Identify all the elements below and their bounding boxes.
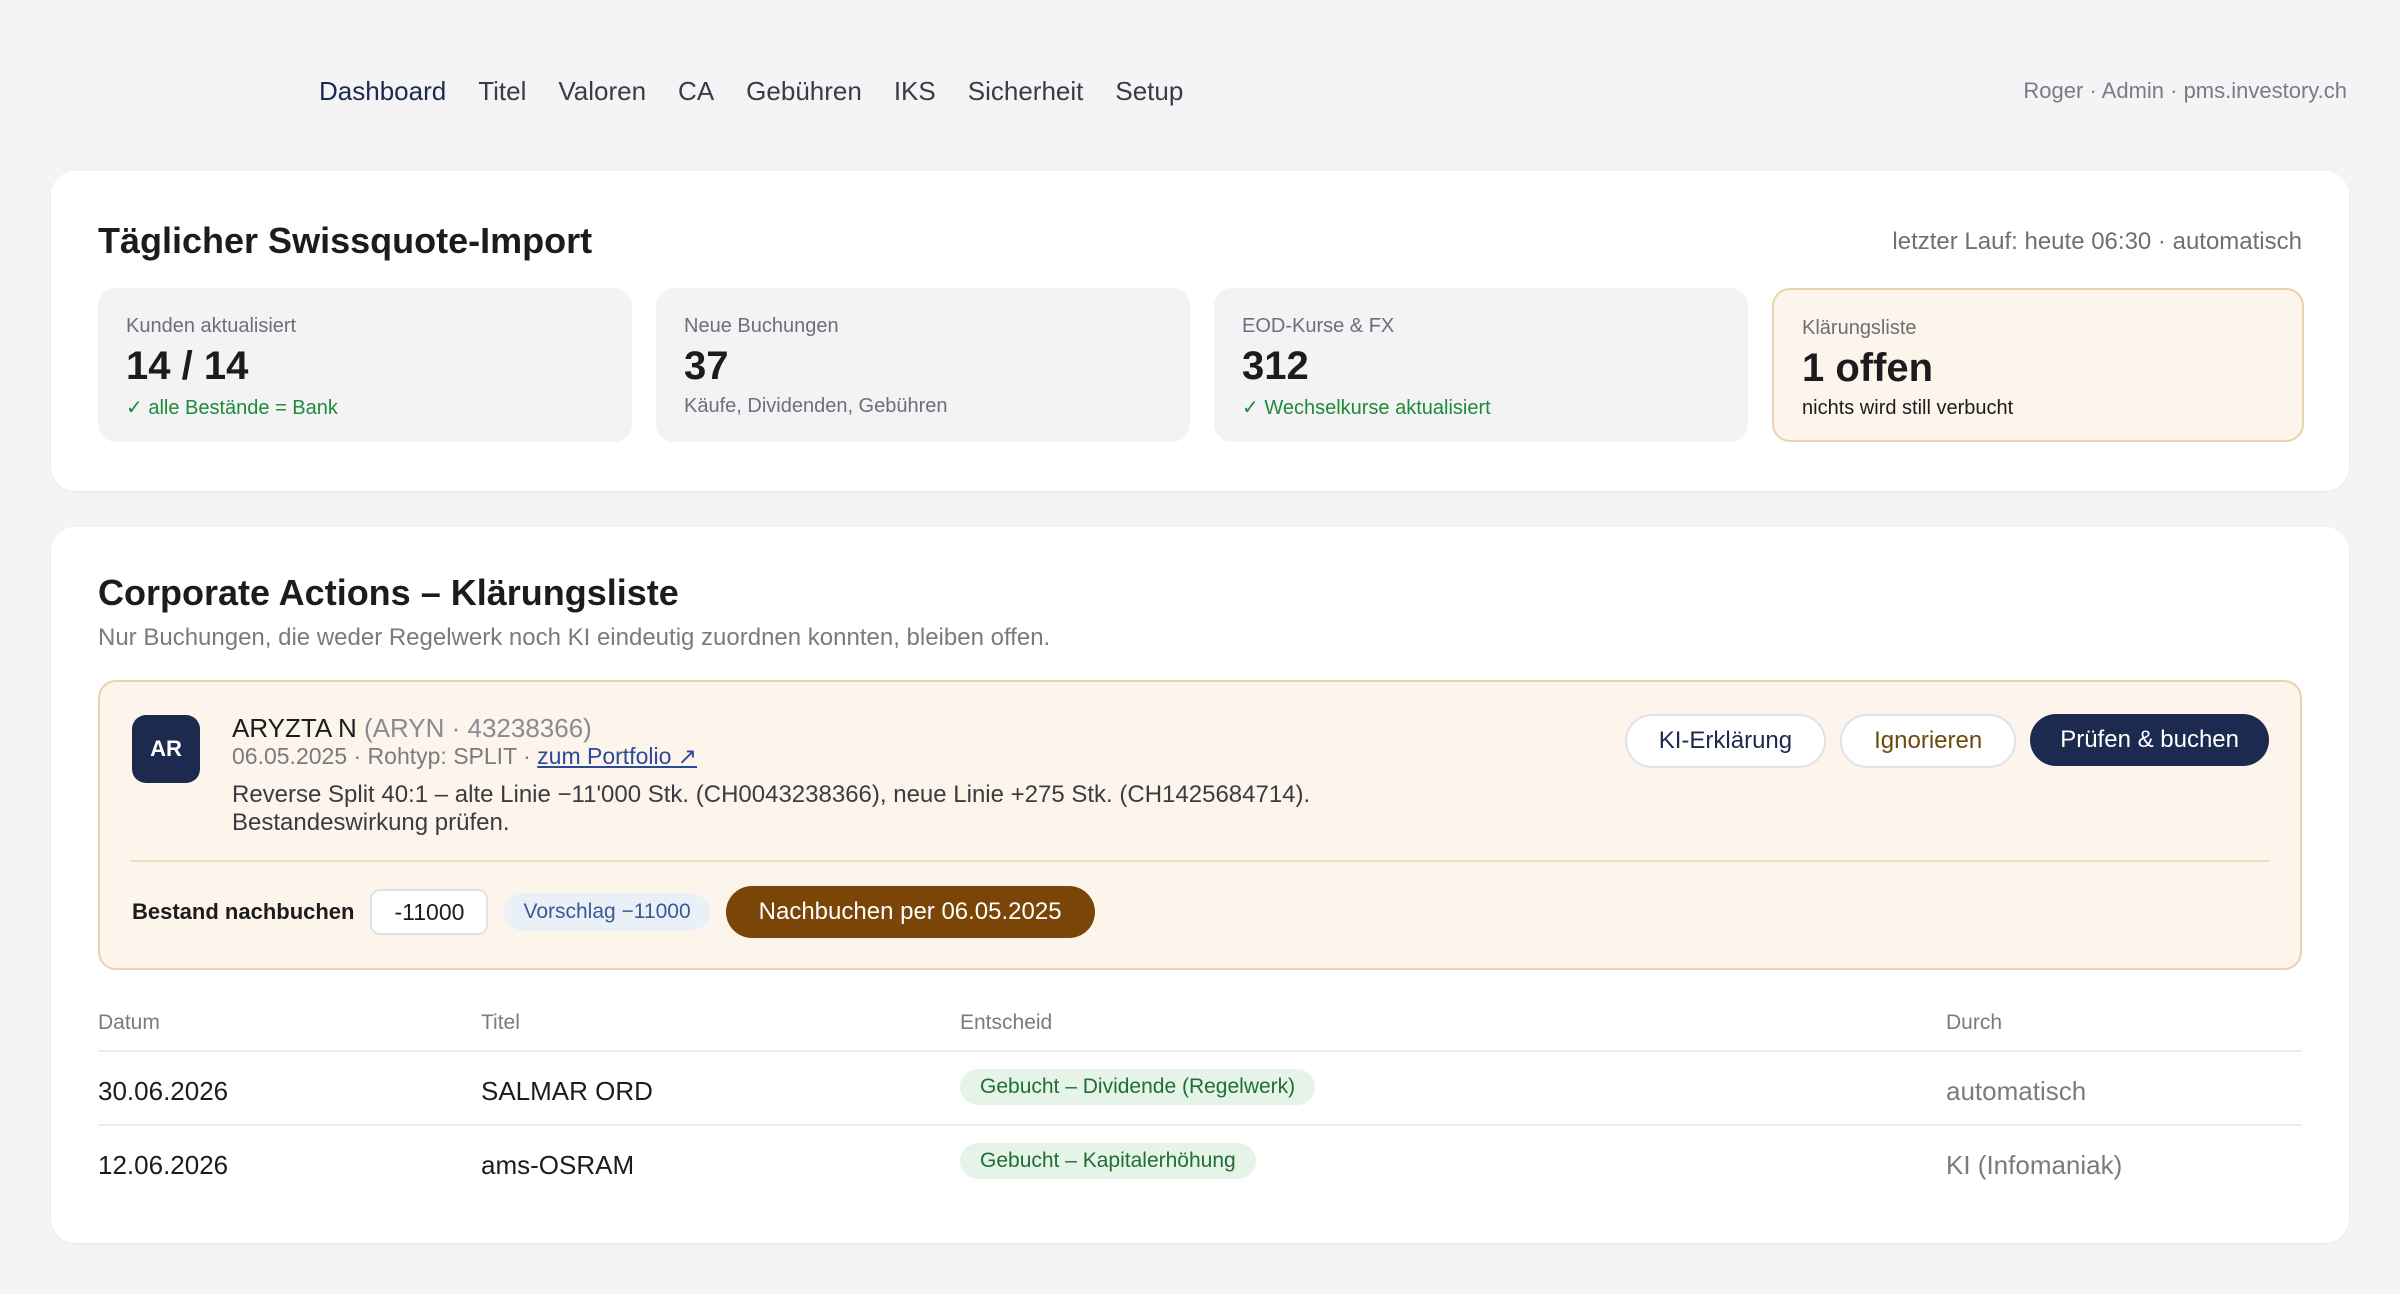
- nav-menu: Dashboard Titel Valoren CA Gebühren IKS …: [319, 76, 1183, 107]
- cell-title: ams-OSRAM: [481, 1150, 635, 1180]
- ignore-button[interactable]: Ignorieren: [1840, 714, 2017, 768]
- portfolio-link[interactable]: zum Portfolio ↗: [537, 743, 697, 769]
- cell-date: 12.06.2026: [98, 1150, 229, 1180]
- security-ids: (ARYN · 43238366): [363, 713, 592, 743]
- rebook-button[interactable]: Nachbuchen per 06.05.2025: [725, 886, 1095, 938]
- cell-date: 30.06.2026: [98, 1076, 229, 1106]
- pending-description-line: Bestandeswirkung prüfen.: [232, 809, 510, 836]
- pending-meta-text: 06.05.2025 · Rohtyp: SPLIT ·: [232, 743, 538, 769]
- pending-meta: 06.05.2025 · Rohtyp: SPLIT · zum Portfol…: [232, 743, 697, 770]
- header-titel: Titel: [481, 1011, 520, 1034]
- decision-badge: Gebucht – Kapitalerhöhung: [960, 1143, 1256, 1179]
- cell-by: automatisch: [1946, 1076, 2087, 1106]
- table-row[interactable]: 12.06.2026 ams-OSRAM Gebucht – Kapitaler…: [98, 1126, 2302, 1200]
- nav-item-titel[interactable]: Titel: [478, 76, 526, 107]
- header-entscheid: Entscheid: [960, 1011, 1053, 1034]
- stat-klaerungsliste[interactable]: Klärungsliste 1 offen nichts wird still …: [1772, 288, 2304, 442]
- stat-sub: nichts wird still verbucht: [1802, 397, 2014, 419]
- stat-label: Neue Buchungen: [684, 315, 839, 337]
- stat-label: Kunden aktualisiert: [126, 315, 297, 337]
- stat-sub: Käufe, Dividenden, Gebühren: [684, 395, 948, 417]
- header-durch: Durch: [1946, 1011, 2003, 1034]
- nav-item-gebuehren[interactable]: Gebühren: [746, 76, 862, 107]
- security-name: ARYZTA N (ARYN · 43238366): [232, 713, 592, 744]
- pruefen-buchen-button[interactable]: Prüfen & buchen: [2030, 714, 2269, 766]
- decision-badge: Gebucht – Dividende (Regelwerk): [960, 1069, 1316, 1105]
- rebook-quantity-input[interactable]: [370, 889, 489, 935]
- nav-item-iks[interactable]: IKS: [894, 76, 936, 107]
- pending-description: Reverse Split 40:1 – alte Linie −11'000 …: [232, 781, 1432, 837]
- nav-item-valoren[interactable]: Valoren: [558, 76, 646, 107]
- import-stats: Kunden aktualisiert 14 / 14 ✓ alle Bestä…: [98, 288, 2304, 442]
- import-card: Täglicher Swissquote-Import letzter Lauf…: [51, 171, 2349, 491]
- ca-title: Corporate Actions – Klärungsliste: [98, 572, 679, 613]
- pending-actions: KI-Erklärung Ignorieren Prüfen & buchen: [1624, 714, 2269, 768]
- stat-label: Klärungsliste: [1802, 317, 1917, 339]
- cell-by: KI (Infomaniak): [1946, 1150, 2123, 1180]
- stat-kunden: Kunden aktualisiert 14 / 14 ✓ alle Bestä…: [98, 288, 632, 442]
- stat-value: 37: [684, 344, 729, 388]
- security-name-text: ARYZTA N: [232, 713, 357, 743]
- ki-erklaerung-button[interactable]: KI-Erklärung: [1624, 714, 1827, 768]
- nav-item-sicherheit[interactable]: Sicherheit: [968, 76, 1084, 107]
- import-last-run: letzter Lauf: heute 06:30 · automatisch: [1892, 228, 2302, 255]
- nav-item-dashboard[interactable]: Dashboard: [319, 76, 446, 107]
- ca-history-table: Datum Titel Entscheid Durch 30.06.2026 S…: [98, 1003, 2302, 1200]
- stat-value: 312: [1242, 344, 1309, 388]
- stat-label: EOD-Kurse & FX: [1242, 315, 1395, 337]
- stat-eod-kurse: EOD-Kurse & FX 312 ✓ Wechselkurse aktual…: [1214, 288, 1748, 442]
- suggestion-chip[interactable]: Vorschlag −11000: [504, 893, 710, 931]
- top-navigation: Dashboard Titel Valoren CA Gebühren IKS …: [0, 0, 2400, 150]
- pending-description-line: Reverse Split 40:1 – alte Linie −11'000 …: [232, 781, 1311, 808]
- nav-item-ca[interactable]: CA: [678, 76, 714, 107]
- stat-value: 1 offen: [1802, 346, 1934, 390]
- stat-sub: ✓ alle Bestände = Bank: [126, 397, 338, 419]
- stat-sub: ✓ Wechselkurse aktualisiert: [1242, 397, 1491, 419]
- cell-title: SALMAR ORD: [481, 1076, 653, 1106]
- stat-buchungen: Neue Buchungen 37 Käufe, Dividenden, Geb…: [656, 288, 1190, 442]
- security-avatar: AR: [132, 715, 200, 783]
- nav-item-setup[interactable]: Setup: [1115, 76, 1183, 107]
- rebook-label: Bestand nachbuchen: [132, 899, 355, 924]
- pending-action: AR ARYZTA N (ARYN · 43238366) 06.05.2025…: [98, 680, 2302, 970]
- ca-subtitle: Nur Buchungen, die weder Regelwerk noch …: [98, 624, 1051, 651]
- user-info: Roger · Admin · pms.investory.ch: [2023, 78, 2347, 103]
- table-row[interactable]: 30.06.2026 SALMAR ORD Gebucht – Dividend…: [98, 1052, 2302, 1126]
- table-header: Datum Titel Entscheid Durch: [98, 1003, 2302, 1052]
- rebook-row: Bestand nachbuchen Vorschlag −11000 Nach…: [132, 886, 1095, 938]
- import-title: Täglicher Swissquote-Import: [98, 220, 593, 261]
- stat-value: 14 / 14: [126, 344, 249, 388]
- divider: [131, 860, 2269, 862]
- corporate-actions-card: Corporate Actions – Klärungsliste Nur Bu…: [51, 527, 2349, 1243]
- header-datum: Datum: [98, 1011, 160, 1034]
